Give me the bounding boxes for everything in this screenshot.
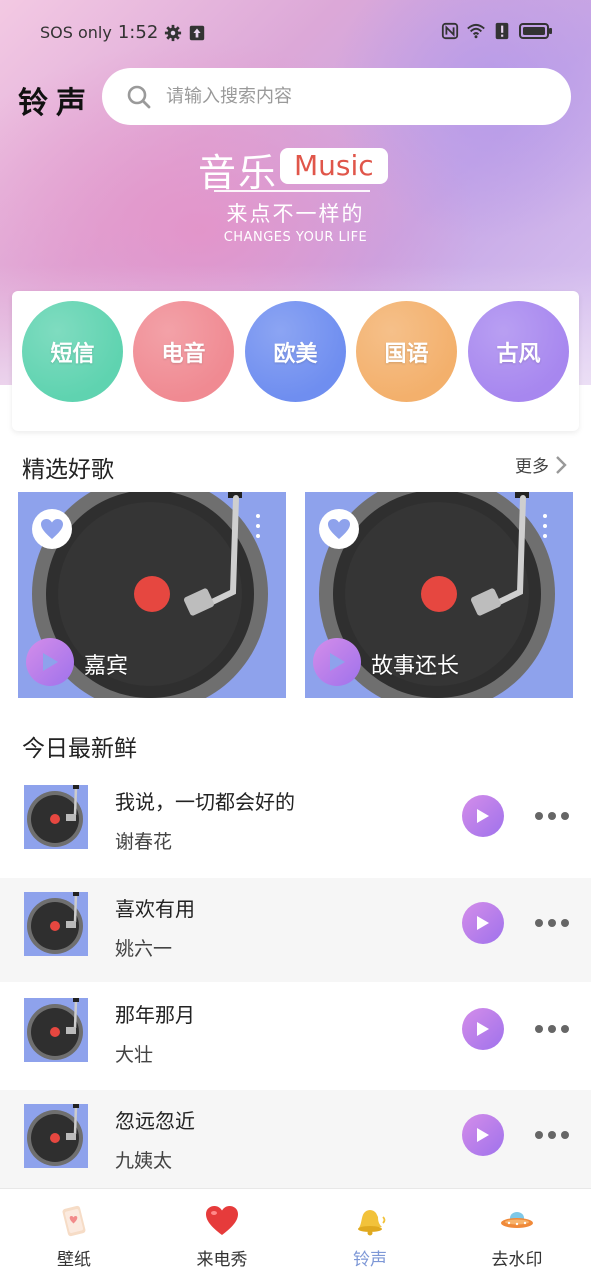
song-cover [24,1104,88,1168]
carrier-text: SOS only [40,23,112,42]
tab-ringtone[interactable]: 铃声 [296,1189,444,1280]
featured-card[interactable]: 嘉宾 [18,492,286,698]
banner-title: 音乐 [198,151,279,195]
song-artist: 谢春花 [115,831,173,853]
song-cover [24,892,88,956]
chevron-right-icon [556,455,567,474]
play-button[interactable] [26,638,74,686]
settings-gear-icon [165,24,182,41]
more-options-icon[interactable] [535,1130,569,1140]
play-icon [477,809,489,823]
category-electronic[interactable]: 电音 [133,301,234,402]
featured-title: 嘉宾 [84,654,129,679]
song-title: 我说，一切都会好的 [115,790,295,814]
heart-icon [328,519,350,539]
nfc-icon [441,22,459,40]
more-label: 更多 [515,457,549,477]
more-options-icon[interactable] [535,1024,569,1034]
play-icon [477,1128,489,1142]
music-banner[interactable]: 音乐 Music 来点不一样的 CHANGES YOUR LIFE [0,142,591,252]
play-button[interactable] [313,638,361,686]
status-bar: SOS only 1:52 [0,0,591,66]
banner-english: CHANGES YOUR LIFE [223,230,368,245]
category-mandarin[interactable]: 国语 [356,301,457,402]
tab-call-show[interactable]: 来电秀 [148,1189,296,1280]
search-bar[interactable] [102,68,571,125]
play-icon [43,653,58,671]
song-cover [24,998,88,1062]
category-card: 短信 电音 欧美 国语 古风 [12,291,579,431]
featured-heading: 精选好歌 [22,457,114,483]
song-artist: 大壮 [115,1044,154,1066]
tab-remove-watermark[interactable]: 去水印 [443,1189,591,1280]
play-button[interactable] [462,1008,504,1050]
header: 铃声 [0,68,591,126]
battery-icon [519,23,552,39]
banner-divider [214,190,370,192]
upload-notification-icon [190,25,205,40]
play-button[interactable] [462,902,504,944]
more-options-icon[interactable] [535,811,569,821]
song-row[interactable]: 我说，一切都会好的 谢春花 [0,771,591,875]
tab-wallpaper[interactable]: 壁纸 [0,1189,148,1280]
heart-icon [41,519,63,539]
search-input[interactable] [166,86,526,107]
play-button[interactable] [462,795,504,837]
category-label: 电音 [161,341,206,367]
song-row[interactable]: 忽远忽近 九姨太 [0,1090,591,1194]
alert-icon [495,22,509,40]
song-title: 忽远忽近 [115,1109,195,1133]
play-button[interactable] [462,1114,504,1156]
clock: 1:52 [117,22,159,43]
featured-title: 故事还长 [371,654,460,679]
tab-label: 壁纸 [57,1250,91,1270]
more-button[interactable]: 更多 [515,452,567,477]
song-title: 喜欢有用 [115,897,195,921]
song-row[interactable]: 喜欢有用 姚六一 [0,878,591,982]
play-icon [330,653,345,671]
play-icon [477,916,489,930]
play-icon [477,1022,489,1036]
tab-label: 铃声 [353,1250,387,1270]
category-label: 古风 [496,341,541,367]
search-icon [127,85,151,108]
category-label: 欧美 [273,341,318,367]
bell-icon [358,1210,386,1236]
category-western[interactable]: 欧美 [245,301,346,402]
ufo-icon [501,1212,533,1228]
favorite-button[interactable] [319,509,359,549]
tab-label: 来电秀 [196,1250,248,1270]
more-options-icon[interactable] [256,514,262,544]
featured-card[interactable]: 故事还长 [305,492,573,698]
category-ancient-style[interactable]: 古风 [468,301,569,402]
favorite-button[interactable] [32,509,72,549]
latest-heading: 今日最新鲜 [22,736,137,762]
tab-label: 去水印 [491,1250,543,1270]
page-title: 铃声 [18,86,94,121]
category-sms[interactable]: 短信 [22,301,123,402]
song-artist: 九姨太 [115,1150,173,1172]
wifi-icon [467,23,485,39]
song-title: 那年那月 [115,1003,195,1027]
heart-icon [206,1206,238,1235]
song-artist: 姚六一 [115,938,173,960]
category-label: 国语 [384,341,429,367]
banner-subtitle: 来点不一样的 [226,202,365,226]
banner-tag: Music [280,148,388,184]
more-options-icon[interactable] [535,918,569,928]
category-label: 短信 [50,341,95,367]
song-cover [24,785,88,849]
wallpaper-icon [62,1205,86,1237]
bottom-tab-bar: 壁纸 来电秀 铃声 去水印 [0,1188,591,1280]
more-options-icon[interactable] [543,514,549,544]
song-row[interactable]: 那年那月 大壮 [0,984,591,1088]
